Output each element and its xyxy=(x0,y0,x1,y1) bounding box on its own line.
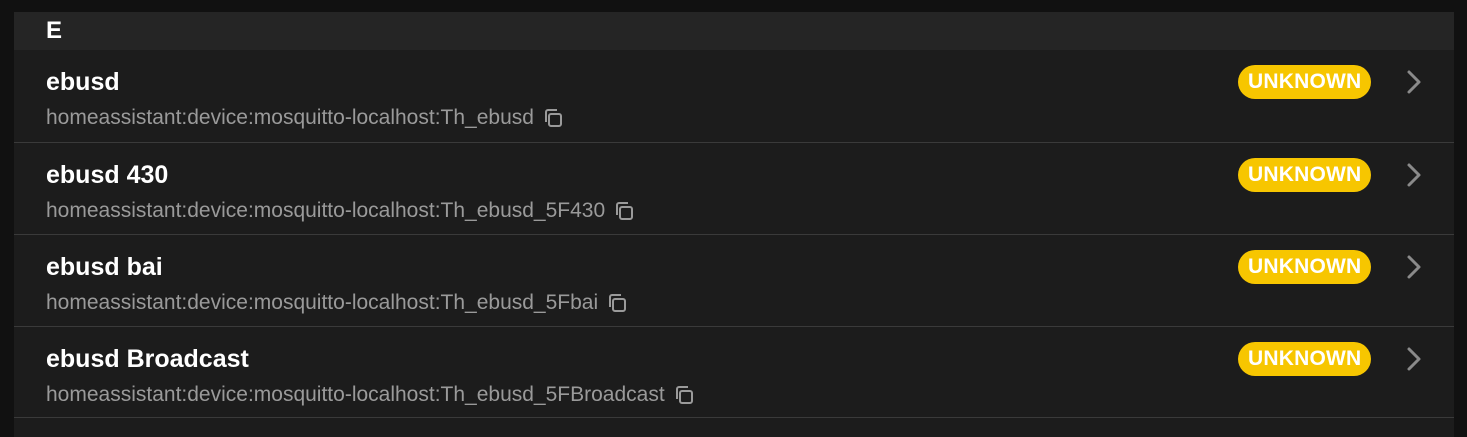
copy-icon[interactable] xyxy=(613,200,635,222)
chevron-right-icon[interactable] xyxy=(1404,159,1424,191)
device-row[interactable]: ebusd bai homeassistant:device:mosquitto… xyxy=(14,234,1454,326)
device-identifier: homeassistant:device:mosquitto-localhost… xyxy=(46,106,534,129)
device-identifier-line: homeassistant:device:mosquitto-localhost… xyxy=(46,106,564,130)
chevron-right-icon[interactable] xyxy=(1404,251,1424,283)
section-letter: E xyxy=(46,17,63,44)
device-row[interactable]: ebusd 430 homeassistant:device:mosquitto… xyxy=(14,142,1454,234)
device-name: ebusd xyxy=(46,68,120,96)
status-badge: UNKNOWN xyxy=(1238,65,1372,99)
device-identifier: homeassistant:device:mosquitto-localhost… xyxy=(46,383,665,406)
status-badge: UNKNOWN xyxy=(1238,342,1372,376)
status-badge: UNKNOWN xyxy=(1238,158,1372,192)
device-row[interactable]: ebusd Broadcast homeassistant:device:mos… xyxy=(14,326,1454,418)
device-identifier-line: homeassistant:device:mosquitto-localhost… xyxy=(46,199,635,223)
copy-icon[interactable] xyxy=(542,107,564,129)
device-name: ebusd Broadcast xyxy=(46,345,249,373)
device-list: ebusd homeassistant:device:mosquitto-loc… xyxy=(14,50,1454,418)
copy-icon[interactable] xyxy=(606,292,628,314)
status-badge: UNKNOWN xyxy=(1238,250,1372,284)
chevron-right-icon[interactable] xyxy=(1404,66,1424,98)
device-name: ebusd 430 xyxy=(46,161,169,189)
device-identifier: homeassistant:device:mosquitto-localhost… xyxy=(46,291,599,314)
device-identifier: homeassistant:device:mosquitto-localhost… xyxy=(46,199,606,222)
section-header: E xyxy=(14,12,1454,50)
device-identifier-line: homeassistant:device:mosquitto-localhost… xyxy=(46,291,628,315)
device-list-panel: E ebusd homeassistant:device:mosquitto-l… xyxy=(14,12,1454,437)
device-row[interactable]: ebusd homeassistant:device:mosquitto-loc… xyxy=(14,50,1454,142)
device-identifier-line: homeassistant:device:mosquitto-localhost… xyxy=(46,383,695,407)
copy-icon[interactable] xyxy=(673,384,695,406)
chevron-right-icon[interactable] xyxy=(1404,343,1424,375)
device-name: ebusd bai xyxy=(46,253,163,281)
